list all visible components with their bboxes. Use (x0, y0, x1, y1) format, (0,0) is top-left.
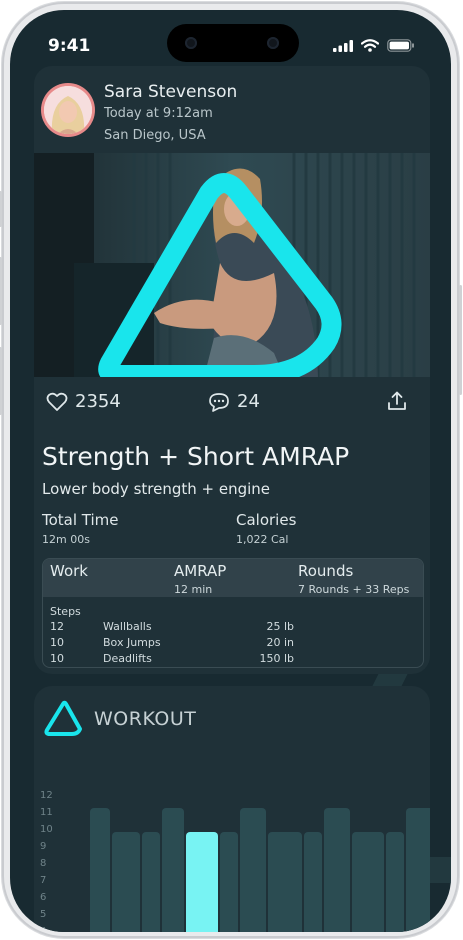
workout-photo[interactable] (34, 153, 430, 377)
volume-up-button (0, 257, 2, 325)
comment-icon (209, 392, 229, 412)
comment-count: 24 (237, 391, 260, 412)
amrap-value: 12 min (174, 583, 213, 596)
total-time-value: 12m 00s (42, 533, 90, 546)
y-tick-label: 4 (40, 926, 47, 932)
avatar[interactable] (44, 86, 92, 134)
like-button[interactable]: 2354 (46, 391, 121, 412)
step-name: Wallballs (103, 620, 152, 633)
signal-icon (333, 39, 353, 52)
action-button (0, 191, 2, 227)
status-time: 9:41 (48, 36, 91, 56)
amrap-header: AMRAP (174, 562, 227, 580)
heart-icon (46, 392, 68, 411)
rounds-header: Rounds (298, 562, 354, 580)
step-weight: 20 in (266, 636, 294, 649)
chart-bar[interactable] (90, 807, 110, 932)
phone-frame: 9:41 Sara Stevenson Today at 9:12am San … (0, 2, 462, 938)
chart-bar[interactable] (112, 831, 140, 932)
chart-bar[interactable] (240, 807, 266, 932)
dynamic-island (167, 24, 299, 62)
battery-icon (387, 39, 414, 52)
volume-down-button (0, 347, 2, 415)
chart-bar[interactable] (406, 807, 430, 932)
y-tick-label: 10 (40, 824, 53, 835)
front-camera-icon (267, 37, 279, 49)
step-reps: 10 (50, 636, 64, 649)
chart-bar[interactable] (162, 807, 184, 932)
y-tick-label: 8 (40, 858, 47, 869)
user-name[interactable]: Sara Stevenson (104, 82, 237, 102)
chart-bar[interactable] (142, 831, 160, 932)
post-actions-bar: 2354 24 (34, 389, 430, 419)
post-location: San Diego, USA (104, 128, 206, 143)
step-reps: 10 (50, 652, 64, 665)
y-tick-label: 5 (40, 909, 47, 920)
workout-bar-chart: 12 11 10 9 8 7 6 5 4 (34, 686, 430, 932)
chart-bar[interactable] (304, 831, 322, 932)
y-tick-label: 9 (40, 841, 47, 852)
like-count: 2354 (75, 391, 121, 412)
comment-button[interactable]: 24 (208, 391, 260, 412)
work-header: Work (50, 562, 88, 580)
status-bar: 9:41 (10, 10, 451, 70)
calories-value: 1,022 Cal (236, 533, 289, 546)
post-timestamp: Today at 9:12am (104, 106, 213, 121)
y-tick-label: 7 (40, 875, 47, 886)
rounds-value: 7 Rounds + 33 Reps (298, 583, 410, 596)
step-weight: 150 lb (259, 652, 294, 665)
chart-bar[interactable] (352, 831, 384, 932)
calories-label: Calories (236, 511, 297, 529)
workout-details-table: Work AMRAP 12 min Rounds 7 Rounds + 33 R… (42, 558, 424, 668)
power-button (459, 285, 462, 395)
step-weight: 25 lb (266, 620, 294, 633)
y-tick-label: 12 (40, 790, 53, 801)
sensor-icon (185, 37, 197, 49)
chart-bar[interactable] (268, 831, 302, 932)
step-name: Deadlifts (103, 652, 152, 665)
wifi-icon (361, 39, 379, 52)
steps-label: Steps (50, 605, 81, 618)
chart-bar[interactable] (386, 831, 404, 932)
step-name: Box Jumps (103, 636, 161, 649)
workout-post-card[interactable]: Sara Stevenson Today at 9:12am San Diego… (34, 66, 430, 674)
y-tick-label: 11 (40, 807, 53, 818)
step-reps: 12 (50, 620, 64, 633)
workout-chart-card[interactable]: WORKOUT 12 11 10 9 8 7 6 5 4 (34, 686, 430, 932)
table-header: Work AMRAP 12 min Rounds 7 Rounds + 33 R… (43, 559, 423, 597)
share-button[interactable] (387, 391, 407, 411)
total-time-label: Total Time (42, 511, 119, 529)
chart-bar[interactable] (186, 831, 218, 932)
chart-bar[interactable] (220, 831, 238, 932)
share-icon (388, 391, 406, 410)
y-tick-label: 6 (40, 892, 47, 903)
chart-bar[interactable] (324, 807, 350, 932)
workout-subtitle: Lower body strength + engine (42, 480, 271, 498)
workout-title: Strength + Short AMRAP (42, 442, 350, 471)
screen: 9:41 Sara Stevenson Today at 9:12am San … (10, 10, 451, 932)
